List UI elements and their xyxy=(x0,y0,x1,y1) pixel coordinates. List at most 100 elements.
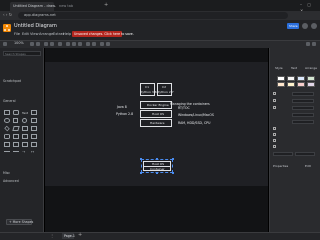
browser-tab-inactive[interactable]: new tab xyxy=(56,2,100,11)
tape-shape[interactable] xyxy=(31,142,37,147)
color-swatch[interactable] xyxy=(297,76,305,81)
color-swatch[interactable] xyxy=(277,82,285,87)
insert-icon[interactable] xyxy=(100,42,104,46)
format-panel-icon[interactable] xyxy=(3,42,7,46)
container-c2-runtime: Python 2.7 xyxy=(157,89,174,94)
java-label: Java 8 xyxy=(117,105,127,109)
zoom-out-icon[interactable] xyxy=(36,42,40,46)
cylinder-shape[interactable] xyxy=(4,134,10,139)
fill-checkbox[interactable] xyxy=(273,92,276,95)
resize-handle[interactable] xyxy=(156,158,158,160)
edit-properties-link[interactable]: Edit xyxy=(305,165,311,168)
document-title[interactable]: Untitled Diagram xyxy=(14,24,57,29)
zoom-level[interactable]: 100% xyxy=(14,41,24,45)
undo-icon[interactable] xyxy=(44,42,48,46)
tab-style[interactable]: Style xyxy=(275,67,283,70)
collapse-icon[interactable] xyxy=(312,42,316,46)
color-swatch[interactable] xyxy=(307,82,315,87)
table-icon[interactable] xyxy=(106,42,110,46)
resize-handle[interactable] xyxy=(172,172,174,174)
color-swatch[interactable] xyxy=(277,76,285,81)
color-swatch[interactable] xyxy=(307,76,315,81)
share-button[interactable]: Share xyxy=(287,23,299,29)
opacity-field[interactable] xyxy=(292,120,314,124)
delete-icon[interactable] xyxy=(58,42,62,46)
square-shape[interactable] xyxy=(13,118,18,123)
hexagon-shape[interactable] xyxy=(22,126,28,131)
line-color-icon[interactable] xyxy=(72,42,76,46)
avatar[interactable] xyxy=(302,23,308,29)
add-page-icon[interactable]: + xyxy=(78,233,82,238)
section-general[interactable]: General xyxy=(3,99,16,103)
line-shape[interactable] xyxy=(4,151,10,152)
line-color-field[interactable] xyxy=(292,106,314,110)
text-shape[interactable]: Text xyxy=(22,111,28,115)
search-shapes-input[interactable]: Search Shapes xyxy=(3,51,41,56)
shadow-icon[interactable] xyxy=(78,42,82,46)
page-menu-icon[interactable]: ⋮ xyxy=(50,234,54,238)
zoom-in-icon[interactable] xyxy=(30,42,34,46)
waypoints-icon[interactable] xyxy=(92,42,96,46)
arrow-shape[interactable]: → xyxy=(22,150,25,154)
connection-icon[interactable] xyxy=(86,42,90,46)
section-scratchpad[interactable]: Scratchpad xyxy=(3,79,21,83)
step-shape[interactable] xyxy=(13,142,19,147)
color-swatch[interactable] xyxy=(287,82,295,87)
menu-arrange[interactable]: Arrange xyxy=(39,32,53,37)
settings-icon[interactable] xyxy=(311,23,317,29)
resize-handle[interactable] xyxy=(156,172,158,174)
tab-arrange[interactable]: Arrange xyxy=(305,67,317,70)
line-style-field[interactable] xyxy=(292,113,314,117)
section-advanced[interactable]: Advanced xyxy=(3,179,19,183)
shadow-checkbox[interactable] xyxy=(273,139,276,142)
trapezoid-shape[interactable] xyxy=(22,142,28,147)
fill-color-field[interactable] xyxy=(292,92,314,96)
circle-shape[interactable] xyxy=(22,118,27,123)
resize-handle[interactable] xyxy=(140,158,142,160)
new-tab-icon[interactable]: + xyxy=(104,3,109,8)
menu-view[interactable]: View xyxy=(30,32,39,37)
window-controls[interactable]: – ▢ ✕ xyxy=(300,2,318,13)
fill-color-icon[interactable] xyxy=(66,42,70,46)
redo-icon[interactable] xyxy=(50,42,54,46)
rounded-rectangle-shape[interactable] xyxy=(13,110,19,115)
dashed-line-shape[interactable] xyxy=(13,151,19,152)
triangle-shape[interactable] xyxy=(31,126,37,131)
container-c1-runtime: Python 3.6 xyxy=(140,89,157,94)
python-label: Python 2.8 xyxy=(116,112,134,116)
resize-handle[interactable] xyxy=(140,172,142,174)
section-misc[interactable]: Misc xyxy=(3,171,10,175)
textbox-shape[interactable] xyxy=(31,110,37,115)
sketch-checkbox[interactable] xyxy=(273,145,276,148)
color-swatch[interactable] xyxy=(297,82,305,87)
cube-shape[interactable] xyxy=(4,142,10,147)
ellipse-shape[interactable] xyxy=(4,118,10,123)
menu-edit[interactable]: Edit xyxy=(22,32,29,37)
cloud-shape[interactable] xyxy=(13,134,19,139)
fullscreen-icon[interactable] xyxy=(306,42,310,46)
more-shapes-label: + More Shapes xyxy=(9,219,34,224)
glass-checkbox[interactable] xyxy=(273,133,276,136)
edit-style-button[interactable] xyxy=(273,152,293,156)
color-swatch[interactable] xyxy=(287,76,295,81)
tab-text[interactable]: Text xyxy=(291,67,297,70)
docker-engine-label: Docker Engine xyxy=(147,102,169,107)
nav-arrows-icon[interactable]: ‹ › ↻ xyxy=(3,12,12,18)
resize-handle[interactable] xyxy=(172,158,174,160)
internal-storage-shape[interactable] xyxy=(31,134,37,139)
bidirectional-arrow-shape[interactable]: ↔ xyxy=(31,150,34,154)
gradient-field[interactable] xyxy=(292,99,314,103)
process-shape[interactable] xyxy=(31,118,37,123)
document-shape[interactable] xyxy=(22,134,28,139)
note-os-list: Windows/Linux/MacOS xyxy=(178,113,214,117)
page-tab-label: Page-1 xyxy=(64,233,75,238)
url-field[interactable] xyxy=(18,12,288,19)
gradient-checkbox[interactable] xyxy=(273,99,276,102)
browser-tab-active[interactable]: Untitled Diagram - draw.io xyxy=(10,2,59,11)
menu-file[interactable]: File xyxy=(14,32,20,37)
rounded-checkbox[interactable] xyxy=(273,127,276,130)
line-checkbox[interactable] xyxy=(273,106,276,109)
rectangle-shape[interactable] xyxy=(4,110,10,115)
copy-style-button[interactable] xyxy=(295,152,315,156)
menu-help[interactable]: Help xyxy=(63,32,71,37)
